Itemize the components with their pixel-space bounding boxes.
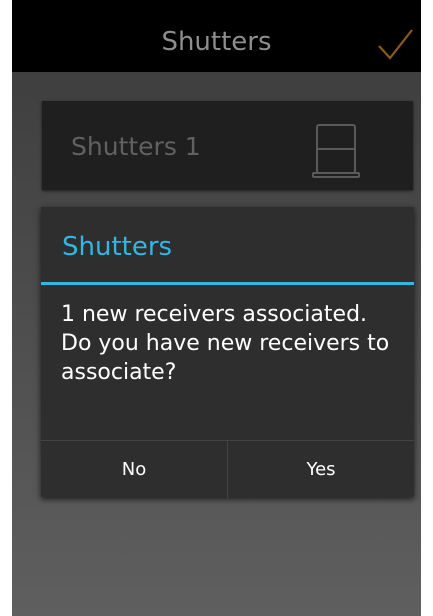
shutter-tile-label: Shutters 1	[71, 132, 201, 161]
shutter-icon	[312, 124, 360, 178]
no-button[interactable]: No	[41, 441, 228, 498]
dialog-button-bar: No Yes	[41, 440, 414, 498]
shutter-tile[interactable]: Shutters 1	[42, 101, 413, 190]
dialog-divider	[41, 282, 414, 285]
app-screen: Shutters Shutters 1 Shutters 1 new recei…	[12, 0, 421, 616]
checkmark-icon[interactable]	[375, 24, 415, 64]
dialog-title: Shutters	[62, 232, 173, 262]
associate-dialog: Shutters 1 new receivers associated. Do …	[41, 207, 414, 498]
dialog-message: 1 new receivers associated. Do you have …	[61, 302, 390, 385]
page-title: Shutters	[161, 27, 272, 57]
top-bar: Shutters	[12, 0, 421, 72]
yes-button[interactable]: Yes	[228, 441, 414, 498]
